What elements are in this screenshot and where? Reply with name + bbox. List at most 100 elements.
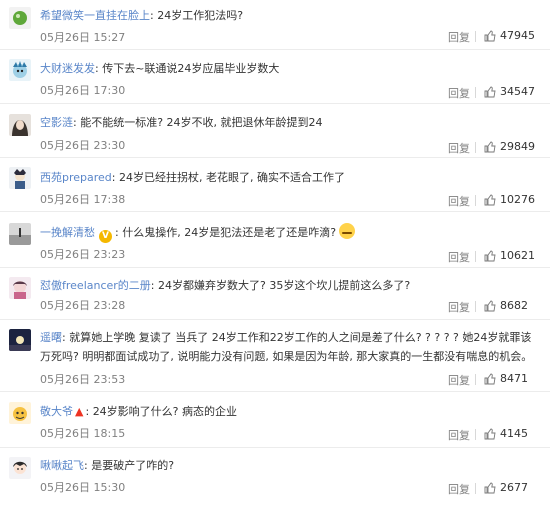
reply-button[interactable]: 回复 — [448, 29, 470, 45]
comment-time: 05月26日 18:15 — [40, 427, 126, 440]
avatar[interactable] — [9, 223, 31, 245]
like-count: 34547 — [500, 85, 535, 98]
comment-content: 敬大爷 ▲: 24岁影响了什么? 病态的企业 — [40, 402, 542, 421]
flame-icon: ▲ — [75, 405, 84, 418]
comment-time: 05月26日 15:30 — [40, 481, 126, 494]
like-button[interactable]: 29849 — [484, 140, 535, 153]
divider — [475, 483, 476, 494]
username-link[interactable]: 怼傲freelancer的二册 — [40, 279, 151, 292]
avatar[interactable] — [9, 59, 31, 81]
like-button[interactable]: 10621 — [484, 249, 535, 262]
avatar[interactable] — [9, 402, 31, 424]
comment-item: 敬大爷 ▲: 24岁影响了什么? 病态的企业 05月26日 18:15 回复 41… — [0, 392, 550, 448]
comment-item: 一挽解清愁 V: 什么鬼操作, 24岁是犯法还是老了还是咋滴? 05月26日 23… — [0, 212, 550, 268]
like-count: 47945 — [500, 29, 535, 42]
like-count: 2677 — [500, 481, 528, 494]
comment-time: 05月26日 23:30 — [40, 139, 126, 152]
reply-button[interactable]: 回复 — [448, 193, 470, 209]
comment-text: 24岁都嫌弃岁数大了? 35岁这个坎儿提前这么多了? — [158, 279, 411, 292]
thumbs-up-icon — [484, 373, 496, 384]
like-count: 10276 — [500, 193, 535, 206]
like-button[interactable]: 4145 — [484, 427, 528, 440]
divider — [475, 195, 476, 206]
separator: : — [73, 116, 77, 129]
avatar[interactable] — [9, 457, 31, 479]
like-count: 8471 — [500, 372, 528, 385]
username-link[interactable]: 敬大爷 — [40, 405, 73, 418]
reply-button[interactable]: 回复 — [448, 372, 470, 388]
avatar[interactable] — [9, 277, 31, 299]
thumbs-up-icon — [484, 428, 496, 439]
avatar[interactable] — [9, 167, 31, 189]
thumbs-up-icon — [484, 30, 496, 41]
comment-content: 西苑prepared: 24岁已经拄拐杖, 老花眼了, 确实不适合工作了 — [40, 168, 542, 187]
thumbs-up-icon — [484, 300, 496, 311]
username-link[interactable]: 大财迷发发 — [40, 62, 95, 75]
thumbs-up-icon — [484, 482, 496, 493]
comment-text: 就算她上学晚 复读了 当兵了 24岁工作和22岁工作的人之间是差了什么? ? ?… — [40, 331, 533, 363]
separator: : — [85, 405, 90, 418]
like-button[interactable]: 2677 — [484, 481, 528, 494]
comment-text: 传下去~联通说24岁应届毕业岁数大 — [102, 62, 280, 75]
like-button[interactable]: 34547 — [484, 85, 535, 98]
like-button[interactable]: 8471 — [484, 372, 528, 385]
reply-button[interactable]: 回复 — [448, 140, 470, 156]
comment-text: 24岁工作犯法吗? — [157, 9, 244, 22]
comment-text: 是要破产了咋的? — [91, 459, 175, 472]
comment-content: 希望微笑一直挂在脸上: 24岁工作犯法吗? — [40, 6, 542, 25]
reply-button[interactable]: 回复 — [448, 85, 470, 101]
comment-text: 能不能统一标准? 24岁不收, 就把退休年龄提到24 — [80, 116, 323, 129]
thumbs-up-icon — [484, 86, 496, 97]
reply-button[interactable]: 回复 — [448, 299, 470, 315]
like-button[interactable]: 10276 — [484, 193, 535, 206]
like-button[interactable]: 8682 — [484, 299, 528, 312]
comment-time: 05月26日 23:28 — [40, 299, 126, 312]
comment-content: 遥曙: 就算她上学晚 复读了 当兵了 24岁工作和22岁工作的人之间是差了什么?… — [40, 328, 542, 366]
divider — [475, 31, 476, 42]
comment-time: 05月26日 23:53 — [40, 373, 126, 386]
separator: : — [111, 171, 116, 184]
separator: : — [150, 279, 155, 292]
like-count: 29849 — [500, 140, 535, 153]
comment-item: 空影涟: 能不能统一标准? 24岁不收, 就把退休年龄提到24 05月26日 2… — [0, 104, 550, 158]
comment-item: 遥曙: 就算她上学晚 复读了 当兵了 24岁工作和22岁工作的人之间是差了什么?… — [0, 320, 550, 392]
comment-item: 怼傲freelancer的二册: 24岁都嫌弃岁数大了? 35岁这个坎儿提前这么… — [0, 268, 550, 320]
comment-content: 大财迷发发: 传下去~联通说24岁应届毕业岁数大 — [40, 59, 542, 78]
comment-time: 05月26日 17:38 — [40, 193, 126, 206]
avatar[interactable] — [9, 114, 31, 136]
reply-button[interactable]: 回复 — [448, 427, 470, 443]
like-count: 4145 — [500, 427, 528, 440]
avatar[interactable] — [9, 7, 31, 29]
comment-item: 啾啾起飞: 是要破产了咋的? 05月26日 15:30 回复 2677 — [0, 448, 550, 505]
comment-text: 什么鬼操作, 24岁是犯法还是老了还是咋滴? — [122, 226, 337, 239]
comment-item: 西苑prepared: 24岁已经拄拐杖, 老花眼了, 确实不适合工作了 05月… — [0, 158, 550, 212]
verified-badge-icon: V — [99, 230, 112, 243]
comment-time: 05月26日 23:23 — [40, 248, 126, 261]
comment-content: 怼傲freelancer的二册: 24岁都嫌弃岁数大了? 35岁这个坎儿提前这么… — [40, 276, 542, 295]
like-button[interactable]: 47945 — [484, 29, 535, 42]
separator: : — [115, 226, 119, 239]
divider — [475, 251, 476, 262]
username-link[interactable]: 希望微笑一直挂在脸上 — [40, 9, 150, 22]
avatar[interactable] — [9, 329, 31, 351]
divider — [475, 87, 476, 98]
username-link[interactable]: 一挽解清愁 — [40, 226, 95, 239]
username-link[interactable]: 啾啾起飞 — [40, 459, 84, 472]
comment-content: 空影涟: 能不能统一标准? 24岁不收, 就把退休年龄提到24 — [40, 113, 542, 132]
comment-item: 希望微笑一直挂在脸上: 24岁工作犯法吗? 05月26日 15:27 回复 47… — [0, 0, 550, 50]
separator: : — [95, 62, 99, 75]
like-count: 8682 — [500, 299, 528, 312]
grinning-emoji-icon — [339, 223, 356, 239]
separator: : — [62, 331, 66, 344]
reply-button[interactable]: 回复 — [448, 481, 470, 497]
divider — [475, 142, 476, 153]
username-link[interactable]: 西苑prepared — [40, 171, 112, 184]
comment-time: 05月26日 17:30 — [40, 84, 126, 97]
username-link[interactable]: 遥曙 — [40, 331, 62, 344]
reply-button[interactable]: 回复 — [448, 249, 470, 265]
like-count: 10621 — [500, 249, 535, 262]
thumbs-up-icon — [484, 194, 496, 205]
comment-content: 啾啾起飞: 是要破产了咋的? — [40, 456, 542, 475]
username-link[interactable]: 空影涟 — [40, 116, 73, 129]
thumbs-up-icon — [484, 250, 496, 261]
